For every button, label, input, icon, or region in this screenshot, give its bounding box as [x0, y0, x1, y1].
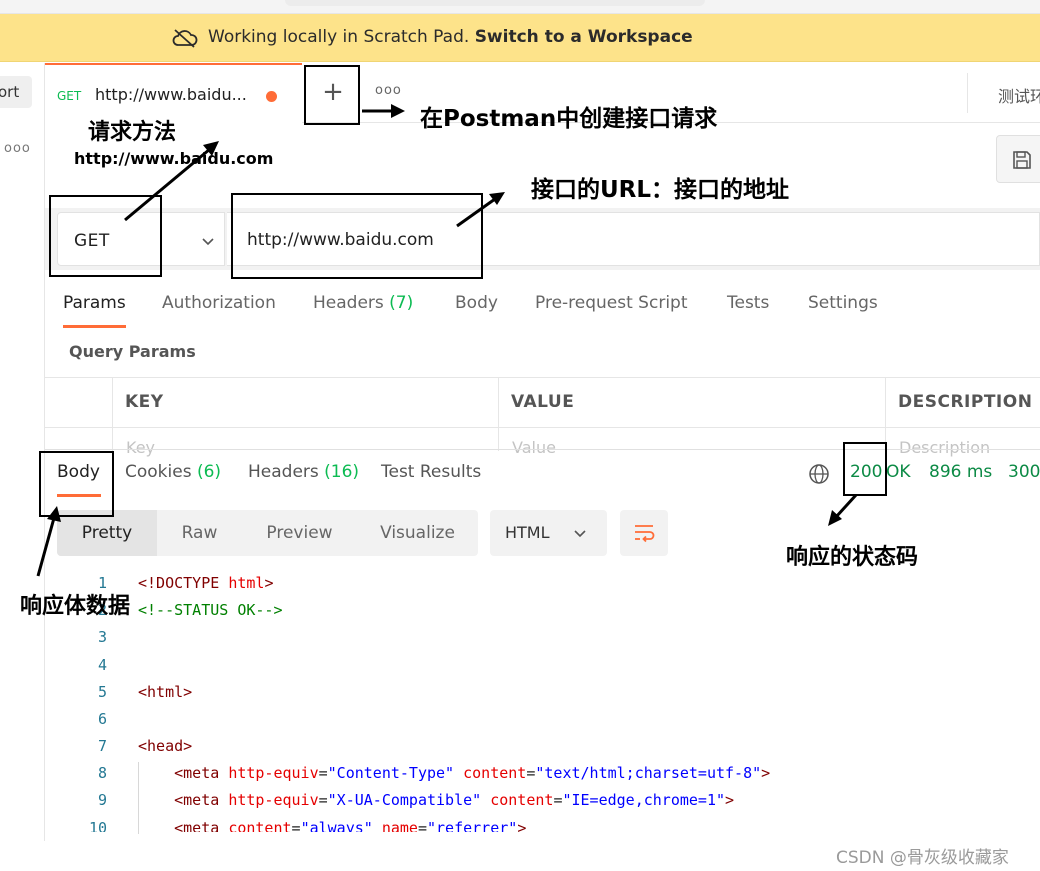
- tab-headers-label: Headers: [313, 293, 384, 313]
- annotation-box-url: [231, 193, 483, 279]
- tab-settings[interactable]: Settings: [808, 293, 878, 313]
- annotation-method: 请求方法: [88, 120, 177, 145]
- switch-workspace-link[interactable]: Switch to a Workspace: [475, 27, 693, 47]
- banner-message: Working locally in Scratch Pad.: [208, 27, 470, 47]
- column-divider: [885, 378, 886, 451]
- response-tab-test-results[interactable]: Test Results: [381, 462, 481, 482]
- tab-authorization[interactable]: Authorization: [162, 293, 276, 313]
- column-header-value: VALUE: [511, 392, 575, 412]
- search-bar-edge[interactable]: [285, 0, 705, 6]
- value-input[interactable]: Value: [512, 438, 556, 457]
- line-number: 4: [97, 656, 107, 674]
- more-dots-icon[interactable]: ooo: [375, 83, 402, 98]
- view-mode-group: Pretty Raw Preview Visualize: [57, 510, 478, 556]
- more-dots-icon[interactable]: ooo: [4, 141, 31, 156]
- response-headers-label: Headers: [248, 462, 319, 482]
- import-button[interactable]: ort: [0, 76, 32, 108]
- annotation-box-status: [843, 442, 887, 496]
- chevron-down-icon: [574, 530, 586, 538]
- response-body-code[interactable]: 1 <!DOCTYPE html> 2 <!--STATUS OK--> 3 4 5…: [45, 572, 1040, 832]
- cookies-label: Cookies: [125, 462, 192, 482]
- tab-body[interactable]: Body: [455, 293, 498, 313]
- line-number: 8: [97, 764, 107, 782]
- cookies-count: (6): [196, 462, 222, 482]
- line-number: 9: [97, 791, 107, 809]
- request-bar: GET http://www.baidu.com: [45, 208, 1040, 270]
- view-preview-button[interactable]: Preview: [242, 510, 357, 556]
- annotation-url: 接口的URL：接口的地址: [531, 177, 790, 203]
- tab-pre-request-script[interactable]: Pre-request Script: [535, 293, 688, 313]
- annotation-box-new-tab: [304, 65, 360, 125]
- headers-count: (7): [389, 293, 414, 313]
- unsaved-dot-icon: [266, 91, 277, 102]
- divider: [967, 73, 968, 113]
- response-time[interactable]: 896 ms: [929, 462, 992, 482]
- tab-tests[interactable]: Tests: [727, 293, 769, 313]
- column-divider: [498, 378, 499, 451]
- annotation-box-method: [49, 195, 162, 277]
- annotation-method-example: http://www.baidu.com: [74, 149, 274, 168]
- annotation-new-request: 在Postman中创建接口请求: [420, 106, 718, 132]
- save-icon: [1013, 151, 1031, 169]
- view-visualize-button[interactable]: Visualize: [357, 510, 478, 556]
- query-params-title: Query Params: [69, 342, 196, 361]
- query-params-table: KEY VALUE DESCRIPTION Key Value Descript…: [45, 377, 1040, 457]
- view-raw-button[interactable]: Raw: [157, 510, 242, 556]
- banner-text: Working locally in Scratch Pad. Switch t…: [208, 27, 693, 47]
- tab-method: GET: [57, 89, 82, 103]
- response-tab-cookies[interactable]: Cookies (6): [125, 462, 221, 482]
- save-button[interactable]: [996, 135, 1040, 183]
- line-number: 3: [97, 628, 107, 646]
- annotation-body: 响应体数据: [20, 594, 131, 619]
- arrow-status: [834, 493, 858, 519]
- format-select[interactable]: HTML: [490, 510, 607, 556]
- active-tab-indicator: [63, 325, 126, 328]
- watermark: CSDN @骨灰级收藏家: [836, 848, 1009, 868]
- status-text[interactable]: OK: [886, 462, 911, 482]
- format-value: HTML: [505, 523, 550, 542]
- cloud-off-icon: [172, 29, 198, 48]
- line-number: 6: [97, 710, 107, 728]
- arrowhead: [828, 510, 842, 526]
- response-headers-count: (16): [324, 462, 360, 482]
- annotation-box-body: [39, 451, 114, 517]
- row-divider: [45, 427, 1040, 428]
- response-tab-headers[interactable]: Headers (16): [248, 462, 359, 482]
- indent-guide: [138, 762, 139, 834]
- line-number: 5: [97, 683, 107, 701]
- column-header-key: KEY: [125, 392, 164, 412]
- environment-selector[interactable]: 测试环: [998, 83, 1040, 107]
- description-input[interactable]: Description: [899, 438, 990, 457]
- arrowhead: [489, 192, 505, 205]
- chevron-down-icon: [202, 238, 214, 246]
- response-size[interactable]: 300: [1008, 462, 1040, 482]
- wrap-lines-icon: [635, 525, 655, 543]
- tab-headers[interactable]: Headers (7): [313, 293, 413, 313]
- column-divider: [112, 378, 113, 451]
- line-number: 7: [97, 737, 107, 755]
- response-divider[interactable]: [45, 449, 1040, 450]
- tab-params[interactable]: Params: [63, 293, 126, 313]
- annotation-status: 响应的状态码: [786, 545, 919, 570]
- scratch-pad-banner: Working locally in Scratch Pad. Switch t…: [0, 14, 1040, 62]
- window-top-strip: [0, 0, 1040, 14]
- line-number: 10: [88, 819, 107, 832]
- wrap-lines-button[interactable]: [620, 510, 668, 556]
- key-input[interactable]: Key: [126, 438, 155, 457]
- tab-title: http://www.baidu...: [95, 85, 247, 104]
- globe-icon[interactable]: [808, 463, 830, 485]
- column-header-description: DESCRIPTION: [898, 392, 1033, 412]
